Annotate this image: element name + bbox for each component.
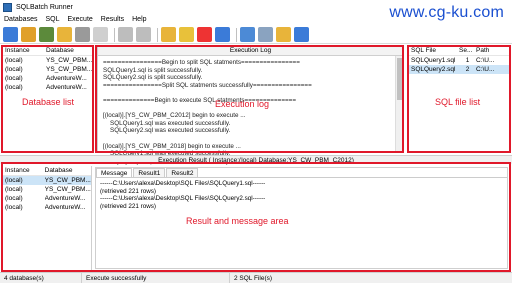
toolbar bbox=[0, 26, 512, 44]
open-folder-icon[interactable] bbox=[57, 27, 72, 42]
refresh-icon[interactable] bbox=[93, 27, 108, 42]
paste-icon[interactable] bbox=[258, 27, 273, 42]
delete-icon[interactable] bbox=[75, 27, 90, 42]
sql-file-list-annotation: SQL file list bbox=[435, 97, 481, 107]
database-icon[interactable] bbox=[21, 27, 36, 42]
server-icon[interactable] bbox=[3, 27, 18, 42]
result-area-annotation: Result and message area bbox=[186, 216, 289, 226]
menu-databases[interactable]: Databases bbox=[4, 16, 37, 23]
app-icon bbox=[3, 2, 12, 12]
connect-icon[interactable] bbox=[118, 27, 133, 42]
database-list-annotation: Database list bbox=[22, 97, 75, 107]
move-down-icon[interactable] bbox=[197, 27, 212, 42]
run-icon[interactable] bbox=[276, 27, 291, 42]
toolbar-separator bbox=[114, 27, 115, 42]
execution-log-annotation: Execution log bbox=[215, 99, 270, 109]
menu-help[interactable]: Help bbox=[132, 16, 146, 23]
menu-execute[interactable]: Execute bbox=[67, 16, 92, 23]
status-file-count: 2 SQL File(s) bbox=[234, 274, 273, 282]
status-bar: 4 database(s) Execute successfully 2 SQL… bbox=[0, 272, 512, 283]
menu-bar: Databases SQL Execute Results Help bbox=[0, 14, 512, 25]
disconnect-icon[interactable] bbox=[136, 27, 151, 42]
toolbar-separator bbox=[157, 27, 158, 42]
add-file-icon[interactable] bbox=[161, 27, 176, 42]
remove-file-icon[interactable] bbox=[215, 27, 230, 42]
status-execution: Execute successfully bbox=[82, 272, 230, 283]
menu-sql[interactable]: SQL bbox=[45, 16, 59, 23]
menu-results[interactable]: Results bbox=[101, 16, 124, 23]
window-title: SQLBatch Runner bbox=[16, 3, 73, 11]
export-icon[interactable] bbox=[294, 27, 309, 42]
move-up-icon[interactable] bbox=[179, 27, 194, 42]
status-db-count: 4 database(s) bbox=[0, 272, 82, 283]
copy-icon[interactable] bbox=[240, 27, 255, 42]
toolbar-separator bbox=[236, 27, 237, 42]
save-icon[interactable] bbox=[39, 27, 54, 42]
